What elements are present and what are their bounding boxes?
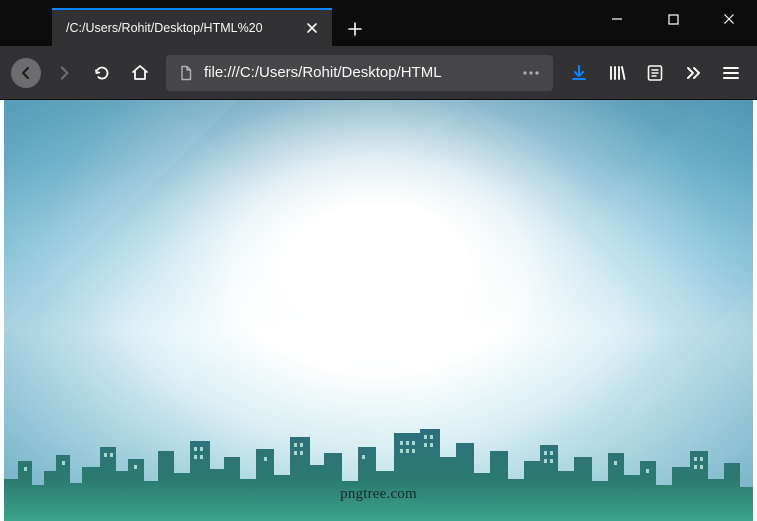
overflow-button[interactable] xyxy=(675,55,711,91)
image-watermark: pngtree.com xyxy=(340,486,417,503)
minimize-icon xyxy=(611,13,623,25)
plus-icon xyxy=(348,22,362,36)
url-text[interactable]: file:///C:/Users/Rohit/Desktop/HTML xyxy=(198,64,517,81)
nav-toolbar: file:///C:/Users/Rohit/Desktop/HTML xyxy=(0,46,757,100)
city-skyline xyxy=(4,401,753,521)
window-controls xyxy=(589,0,757,38)
tab-strip: /C:/Users/Rohit/Desktop/HTML%20 xyxy=(0,0,589,46)
forward-button[interactable] xyxy=(46,55,82,91)
ellipsis-icon[interactable] xyxy=(517,59,545,87)
app-menu-button[interactable] xyxy=(713,55,749,91)
browser-tab-active[interactable]: /C:/Users/Rohit/Desktop/HTML%20 xyxy=(52,8,332,46)
close-icon xyxy=(723,13,735,25)
back-button[interactable] xyxy=(8,55,44,91)
maximize-icon xyxy=(668,14,679,25)
download-icon xyxy=(569,63,589,83)
home-button[interactable] xyxy=(122,55,158,91)
reader-view-icon xyxy=(645,63,665,83)
page-viewport: pngtree.com xyxy=(0,100,757,521)
reader-view-button[interactable] xyxy=(637,55,673,91)
back-icon xyxy=(11,58,41,88)
library-button[interactable] xyxy=(599,55,635,91)
tab-title: /C:/Users/Rohit/Desktop/HTML%20 xyxy=(66,21,302,35)
hamburger-icon xyxy=(722,64,740,82)
close-icon[interactable] xyxy=(302,18,322,38)
file-icon[interactable] xyxy=(174,61,198,85)
library-icon xyxy=(607,63,627,83)
forward-icon xyxy=(55,64,73,82)
downloads-button[interactable] xyxy=(561,55,597,91)
window-titlebar: /C:/Users/Rohit/Desktop/HTML%20 xyxy=(0,0,757,46)
home-icon xyxy=(130,63,150,83)
reload-icon xyxy=(93,64,111,82)
reload-button[interactable] xyxy=(84,55,120,91)
window-maximize-button[interactable] xyxy=(645,0,701,38)
address-bar[interactable]: file:///C:/Users/Rohit/Desktop/HTML xyxy=(166,55,553,91)
chevrons-right-icon xyxy=(683,63,703,83)
window-minimize-button[interactable] xyxy=(589,0,645,38)
new-tab-button[interactable] xyxy=(338,12,372,46)
window-close-button[interactable] xyxy=(701,0,757,38)
